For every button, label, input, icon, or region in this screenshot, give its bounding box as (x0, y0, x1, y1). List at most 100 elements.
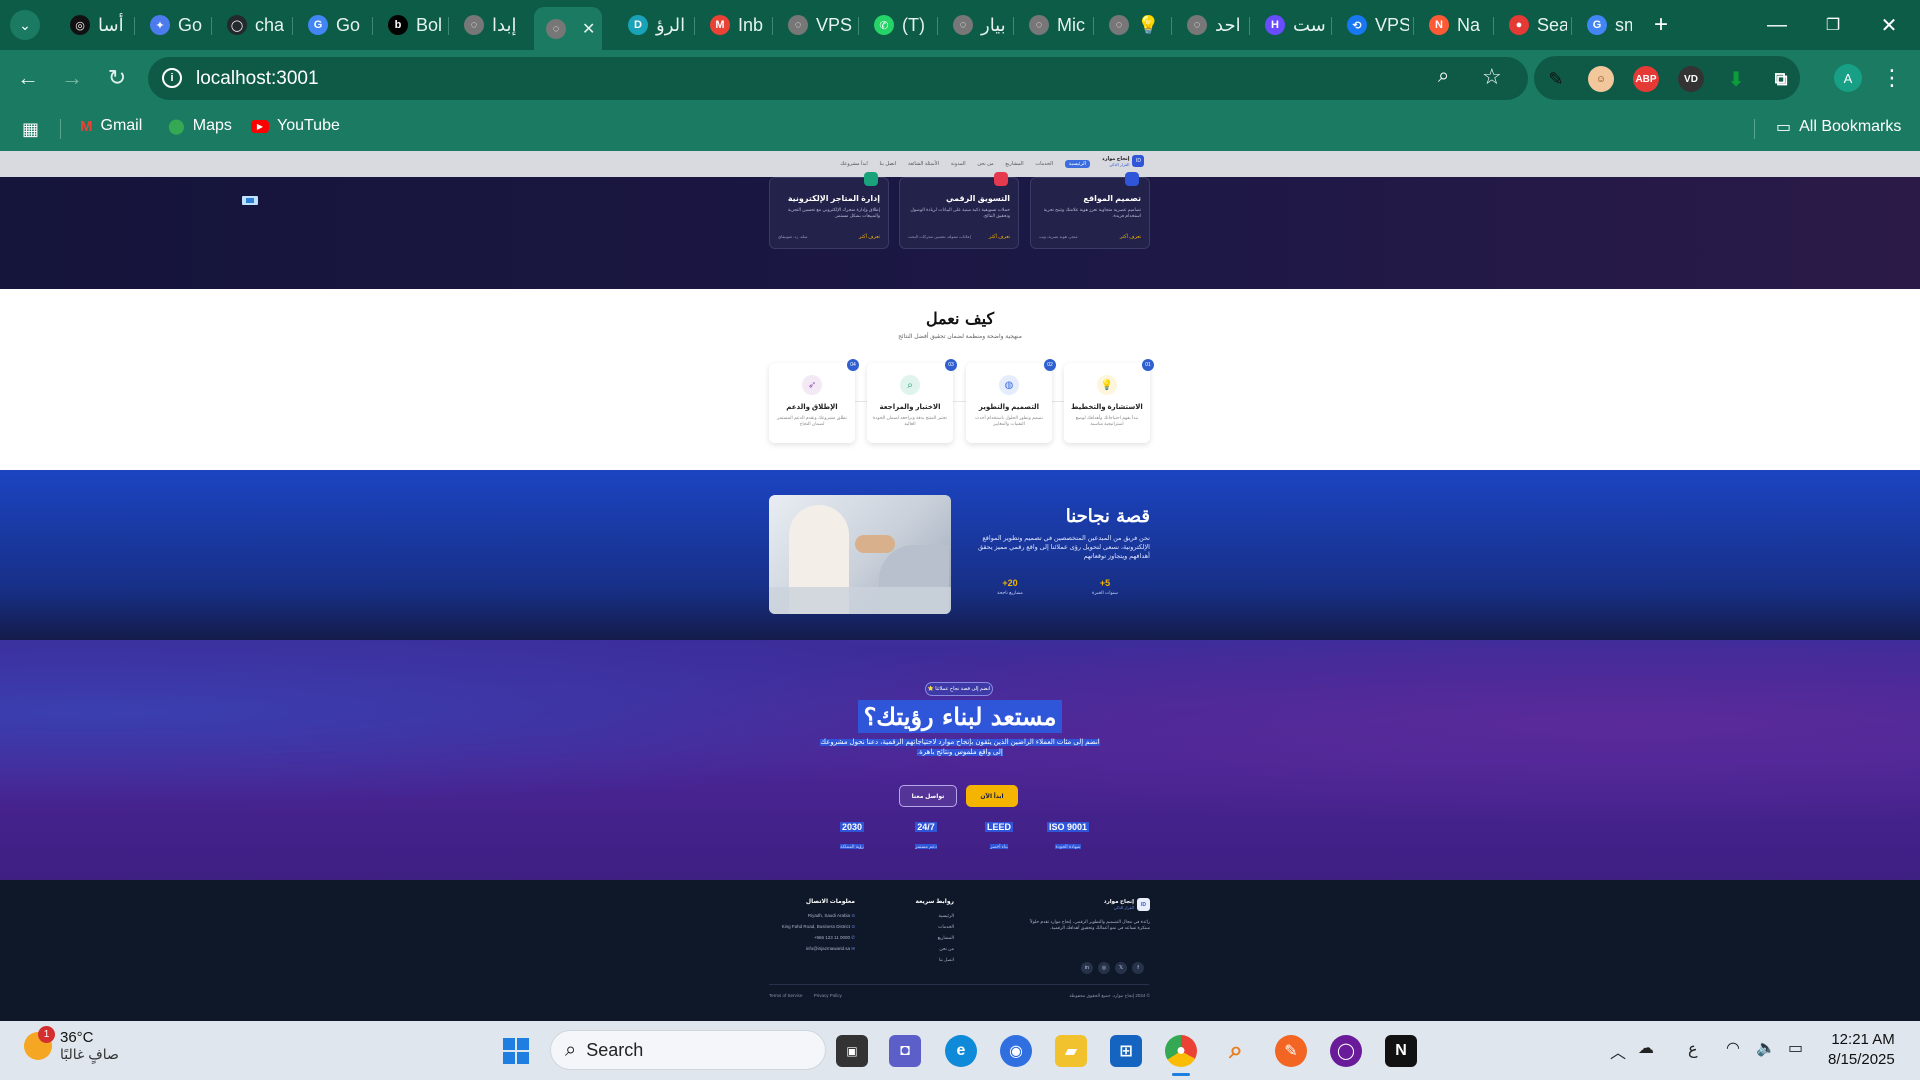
browser-tab[interactable]: ✦ Go (138, 7, 207, 43)
site-nav-link[interactable]: المدونة (951, 161, 966, 167)
footer-link[interactable]: الخدمات (894, 924, 954, 930)
tray-chevron-icon[interactable]: ︿ (1610, 1039, 1626, 1063)
puzzle-extensions-icon[interactable]: ⧉ (1768, 66, 1794, 92)
input-language[interactable]: ع (1688, 1039, 1698, 1059)
linkedin-icon[interactable]: in (1081, 962, 1093, 974)
bookmark-maps[interactable]: ⬤ Maps (168, 117, 232, 135)
minimize-button[interactable]: — (1762, 10, 1792, 40)
site-nav-link[interactable]: ابدأ مشروعك (840, 161, 868, 167)
browser-tab[interactable]: ◌ Mic (1017, 7, 1089, 43)
forward-button[interactable]: → (56, 62, 88, 94)
privacy-link[interactable]: Privacy Policy (814, 993, 842, 998)
start-button[interactable] (500, 1035, 532, 1067)
browser-tab[interactable]: ◌ إبدا (452, 7, 524, 43)
site-nav-link[interactable]: الخدمات (1035, 161, 1053, 167)
adblock-extension-icon[interactable]: ABP (1633, 66, 1659, 92)
wifi-icon[interactable]: ◠ (1726, 1038, 1740, 1058)
tab-close-icon[interactable]: ✕ (582, 19, 595, 39)
volume-icon[interactable]: 🔈 (1756, 1038, 1776, 1058)
terms-link[interactable]: Terms of Service (769, 993, 803, 998)
browser-tab[interactable]: N Na (1417, 7, 1489, 43)
clock[interactable]: 12:21 AM 8/15/2025 (1828, 1030, 1895, 1070)
site-nav-link[interactable]: الرئيسية (1064, 160, 1090, 168)
browser-tab[interactable]: ● Sea (1497, 7, 1567, 43)
avatar-extension-icon[interactable]: ☺ (1588, 66, 1614, 92)
browser-tab[interactable]: b Bol (376, 7, 444, 43)
browser-tab[interactable]: ◌ بيار (941, 7, 1009, 43)
browser-tab[interactable]: ✆ (T) (862, 7, 933, 43)
instagram-icon[interactable]: ◎ (1098, 962, 1110, 974)
vd-extension-icon[interactable]: VD (1678, 66, 1704, 92)
browser-tab[interactable]: ◯ cha (215, 7, 288, 43)
footer-link[interactable]: اتصل بنا (894, 957, 954, 963)
facebook-icon[interactable]: f (1132, 962, 1144, 974)
search-app-icon[interactable]: ⌕ (1220, 1035, 1252, 1067)
service-card[interactable]: التسويق الرقمي حملات تسويقية ذكية مبنية ع… (899, 172, 1019, 249)
browser-tab[interactable]: G Go (296, 7, 368, 43)
site-footer: ID إنجاح موارد القرار الذكي رائدة في مجا… (0, 880, 1920, 1021)
firefox-icon[interactable]: ◉ (1000, 1035, 1032, 1067)
browser-tab[interactable]: M Inb (698, 7, 768, 43)
step-title: التصميم والتطوير (978, 404, 1040, 411)
service-card[interactable]: تصميم المواقع تصاميم عصرية متجاوبة تعزز ه… (1030, 172, 1150, 249)
edge-icon[interactable]: e (945, 1035, 977, 1067)
service-more-link[interactable]: تعرف أكثر (1120, 234, 1141, 240)
menu-button[interactable]: ⋮ (1881, 62, 1903, 94)
service-more-link[interactable]: تعرف أكثر (859, 234, 880, 240)
store-icon[interactable]: ⊞ (1110, 1035, 1142, 1067)
cta-secondary-button[interactable]: تواصل معنا (899, 785, 957, 807)
apps-button[interactable]: ▦ (22, 119, 39, 140)
browser-tab[interactable]: D الرؤ (616, 7, 690, 43)
browser-tab[interactable]: ◌ VPS (776, 7, 854, 43)
tab-search-button[interactable]: ⌄ (10, 10, 40, 40)
task-view-icon[interactable]: ▣ (836, 1035, 868, 1067)
restore-button[interactable]: ❐ (1818, 10, 1848, 40)
address-bar[interactable]: i localhost:3001 ⌕ ☆ (148, 57, 1528, 100)
all-bookmarks-button[interactable]: ▭ All Bookmarks (1776, 117, 1901, 137)
site-nav-link[interactable]: المشاريع (1005, 161, 1023, 167)
site-logo[interactable]: ID إنجاح موارد القرار الذكي (1102, 155, 1145, 167)
download-extension-icon[interactable]: ⬇ (1723, 66, 1749, 92)
eyedropper-extension-icon[interactable]: ✎ (1543, 66, 1569, 92)
footer-link[interactable]: من نحن (894, 946, 954, 952)
browser-tab[interactable]: H است (1253, 7, 1327, 43)
obs-app-icon[interactable]: ◯ (1330, 1035, 1362, 1067)
chrome-icon[interactable]: ● (1165, 1035, 1197, 1067)
browser-tab[interactable]: ◌ 💡 (1097, 7, 1167, 43)
battery-icon[interactable]: ▭ (1788, 1038, 1803, 1058)
new-tab-button[interactable]: + (1648, 11, 1674, 38)
service-card[interactable]: إدارة المتاجر الإلكترونية إطلاق وإدارة مت… (769, 172, 889, 249)
bookmark-youtube[interactable]: ▶ YouTube (251, 117, 340, 135)
cta-primary-button[interactable]: ابدأ الآن (966, 785, 1018, 807)
site-info-icon[interactable]: i (162, 68, 182, 88)
weather-widget[interactable]: 1 36°C صافٍ غالبًا (24, 1026, 119, 1063)
service-more-link[interactable]: تعرف أكثر (989, 234, 1010, 240)
browser-tab[interactable]: ◎ أسا (58, 7, 130, 43)
back-button[interactable]: ← (12, 62, 44, 94)
browser-tab[interactable]: Gsm (1575, 7, 1632, 43)
footer-link[interactable]: المشاريع (894, 935, 954, 941)
tab-label: بيار (981, 14, 1006, 35)
cloud-offline-icon[interactable]: ☁ (1638, 1038, 1654, 1058)
kebab-menu-icon: ⋮ (1881, 65, 1903, 90)
file-explorer-icon[interactable]: ▰ (1055, 1035, 1087, 1067)
zoom-icon[interactable]: ⌕ (1438, 65, 1449, 88)
pen-app-icon[interactable]: ✎ (1275, 1035, 1307, 1067)
close-window-button[interactable]: ✕ (1874, 10, 1904, 40)
site-nav-link[interactable]: من نحن (977, 161, 993, 167)
reload-button[interactable]: ↻ (101, 62, 133, 94)
browser-tab[interactable]: ◌ احد (1175, 7, 1245, 43)
browser-tab[interactable]: ⟲ VPS (1335, 7, 1409, 43)
site-nav-link[interactable]: اتصل بنا (880, 161, 897, 167)
profile-avatar[interactable]: A (1834, 64, 1862, 92)
bookmark-gmail[interactable]: M Gmail (80, 117, 142, 135)
taskbar-search[interactable]: ⌕ Search (550, 1030, 826, 1070)
service-title: تصميم المواقع (1083, 194, 1141, 203)
site-nav-link[interactable]: الأسئلة الشائعة (908, 161, 939, 167)
browser-tab[interactable]: ◌ ✕ (534, 7, 602, 50)
twitter-icon[interactable]: 𝕏 (1115, 962, 1127, 974)
notion-app-icon[interactable]: N (1385, 1035, 1417, 1067)
meet-app-icon[interactable]: ◘ (889, 1035, 921, 1067)
footer-link[interactable]: الرئيسية (894, 913, 955, 919)
bookmark-star-icon[interactable]: ☆ (1482, 64, 1502, 90)
